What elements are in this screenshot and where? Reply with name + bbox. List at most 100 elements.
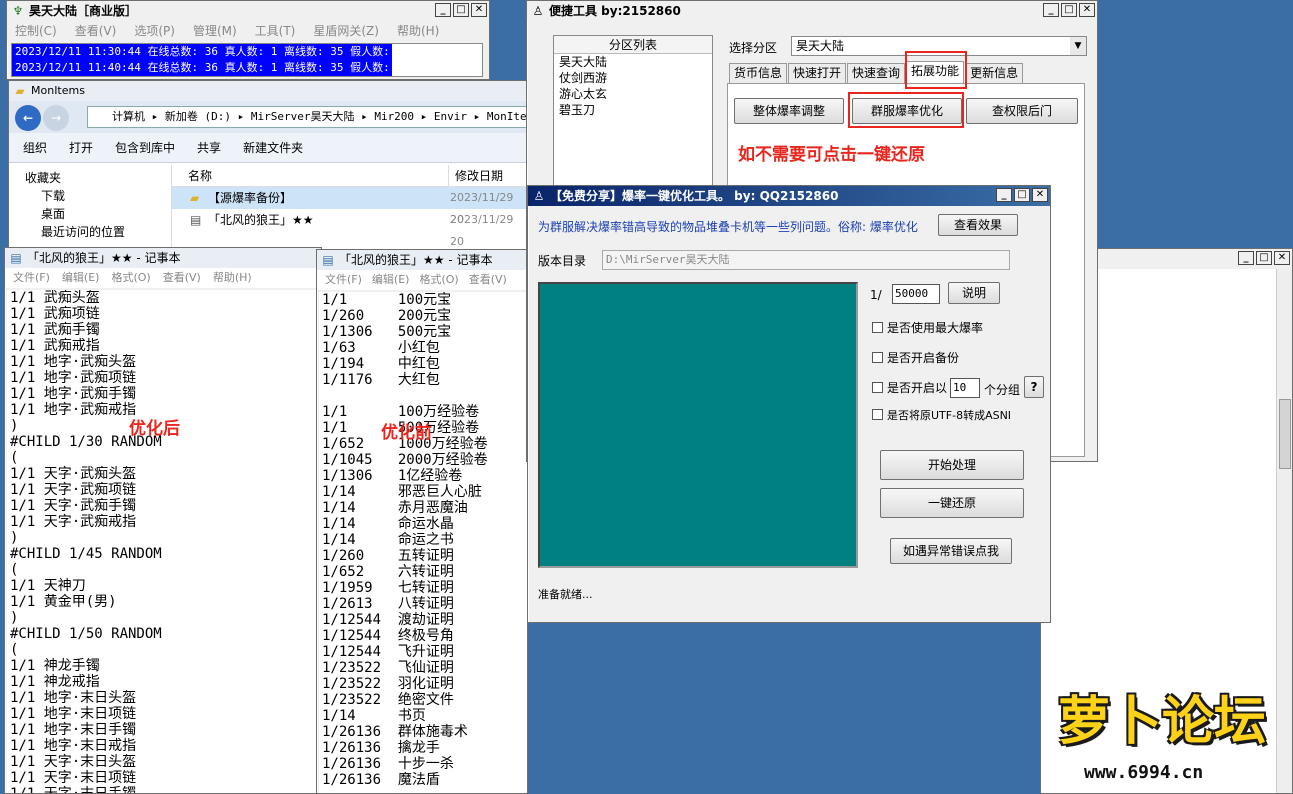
partition-item[interactable]: 碧玉刀 — [559, 102, 712, 118]
version-dir-field[interactable]: D:\MirServer昊天大陆 — [602, 250, 1010, 270]
nav-item[interactable]: 桌面 — [41, 205, 169, 223]
folder-icon: ▰ — [190, 191, 200, 205]
menu-item[interactable]: 格式(O) — [111, 268, 150, 288]
restore-button[interactable]: 一键还原 — [880, 488, 1024, 518]
notepad-before-text[interactable]: 1/1 100元宝 1/260 200元宝 1/1306 500元宝 1/63 小红包… — [319, 292, 527, 793]
close-button[interactable]: ✕ — [1079, 3, 1095, 17]
file-row[interactable]: ▤ 「北风的狼王」★★ 2023/11/29 20 — [172, 209, 529, 248]
maximize-button[interactable]: □ — [453, 3, 469, 17]
text-line: 1/1 武痴手镯 — [10, 322, 100, 338]
preview-panel — [538, 282, 858, 568]
menu-item[interactable]: 工具(T) — [255, 21, 296, 41]
close-button[interactable]: ✕ — [471, 3, 487, 17]
menu-item[interactable]: 选项(P) — [134, 21, 175, 41]
text-line: 1/1 黄金甲(男) — [10, 594, 117, 610]
view-effect-button[interactable]: 查看效果 — [938, 214, 1018, 236]
back-button[interactable]: ← — [15, 105, 41, 131]
maximize-button[interactable]: □ — [1256, 251, 1272, 265]
select-label: 选择分区 — [729, 41, 778, 55]
minimize-button[interactable]: _ — [1238, 251, 1254, 265]
optimizer-titlebar[interactable]: ♙ 【免费分享】爆率一键优化工具。 by: QQ2152860 _ □ ✕ — [528, 186, 1050, 206]
minimize-button[interactable]: _ — [435, 3, 451, 17]
tab-快速查询[interactable]: 快速查询 — [847, 63, 906, 83]
text-line: 1/1 天字·武痴戒指 — [10, 514, 137, 530]
rate-input[interactable]: 50000 — [892, 284, 940, 304]
file-row[interactable]: ▰ 【源爆率备份】 2023/11/29 20 — [172, 187, 529, 226]
menu-item[interactable]: 编辑(E) — [372, 270, 410, 290]
max-rate-checkbox[interactable]: 是否使用最大爆率 — [872, 320, 983, 336]
column-date[interactable]: 修改日期 — [448, 165, 503, 187]
minimize-button[interactable]: _ — [996, 188, 1012, 202]
tab-快速打开[interactable]: 快速打开 — [788, 63, 847, 83]
server-title: 昊天大陆［商业版］ — [29, 4, 138, 18]
toolbar-item[interactable]: 包含到库中 — [115, 133, 175, 162]
toolbar-item[interactable]: 新建文件夹 — [243, 133, 303, 162]
close-button[interactable]: ✕ — [1032, 188, 1048, 202]
maximize-button[interactable]: □ — [1014, 188, 1030, 202]
overall-rate-button[interactable]: 整体爆率调整 — [734, 98, 844, 124]
notepad-before-titlebar[interactable]: ▤ 「北风的狼王」★★ - 记事本 — [317, 250, 527, 270]
menu-item[interactable]: 查看(V) — [469, 270, 507, 290]
text-line: 1/1 地字·末日项链 — [10, 706, 137, 722]
forward-button[interactable]: → — [43, 105, 69, 131]
nav-item[interactable]: 下载 — [41, 187, 169, 205]
utf8-convert-checkbox[interactable]: 是否将原UTF-8转成ASNI — [872, 408, 1011, 424]
notepad-after: ▤ 「北风的狼王」★★ - 记事本 文件(F) 编辑(E) 格式(O) 查看(V) 帮助… — [4, 247, 322, 794]
text-line: 1/1 天字·末日手镯 — [10, 786, 319, 793]
menu-item[interactable]: 查看(V) — [163, 268, 201, 288]
menu-item[interactable]: 帮助(H) — [213, 268, 252, 288]
partition-list[interactable]: 分区列表 昊天大陆 仗剑西游 游心太玄 碧玉刀 — [553, 35, 713, 195]
start-process-button[interactable]: 开始处理 — [880, 450, 1024, 480]
text-line: 1/12544 渡劫证明 — [322, 612, 454, 628]
address-bar[interactable]: 计算机 ▸ 新加卷 (D:) ▸ MirServer昊天大陆 ▸ Mir200 … — [87, 106, 527, 128]
minimize-button[interactable]: _ — [1043, 3, 1059, 17]
nav-item[interactable]: 收藏夹 — [25, 169, 169, 187]
notepad-after-titlebar[interactable]: ▤ 「北风的狼王」★★ - 记事本 — [5, 248, 321, 268]
menu-item[interactable]: 帮助(H) — [397, 21, 439, 41]
explain-button[interactable]: 说明 — [948, 282, 1000, 304]
status-text: 准备就绪... — [538, 588, 593, 601]
tab-更新信息[interactable]: 更新信息 — [965, 63, 1024, 83]
error-help-button[interactable]: 如遇异常错误点我 — [890, 538, 1012, 564]
partition-item[interactable]: 昊天大陆 — [559, 54, 712, 70]
text-line: ( — [10, 642, 19, 658]
backup-checkbox[interactable]: 是否开启备份 — [872, 350, 959, 366]
quick-tools-title: 便捷工具 by:2152860 — [549, 4, 681, 18]
text-line: 1/1 神龙戒指 — [10, 674, 100, 690]
scroll-thumb[interactable] — [1279, 399, 1291, 469]
menu-item[interactable]: 查看(V) — [75, 21, 117, 41]
partition-item[interactable]: 仗剑西游 — [559, 70, 712, 86]
tab-货币信息[interactable]: 货币信息 — [729, 63, 788, 83]
text-line — [322, 388, 527, 404]
nav-item[interactable]: 最近访问的位置 — [41, 223, 169, 241]
toolbar-item[interactable]: 组织 — [23, 133, 47, 162]
menu-item[interactable]: 管理(M) — [193, 21, 237, 41]
text-line: 1/1 天字·武痴头盔 — [10, 466, 137, 482]
explorer-titlebar[interactable]: ▰ MonItems — [9, 81, 527, 101]
column-name[interactable]: 名称 — [188, 165, 212, 187]
quick-tools-titlebar[interactable]: ♙ 便捷工具 by:2152860 _ □ ✕ — [527, 1, 1097, 21]
text-line: 1/1 天字·末日头盔 — [10, 754, 137, 770]
toolbar-item[interactable]: 共享 — [197, 133, 221, 162]
menu-item[interactable]: 格式(O) — [419, 270, 458, 290]
text-line: 1/1306 500元宝 — [322, 324, 452, 340]
menu-item[interactable]: 星盾网关(Z) — [313, 21, 379, 41]
text-line: 1/1 天字·末日项链 — [10, 770, 137, 786]
menu-item[interactable]: 编辑(E) — [62, 268, 100, 288]
toolbar-item[interactable]: 打开 — [69, 133, 93, 162]
text-line: 1/26136 十步一杀 — [322, 756, 454, 772]
check-backdoor-button[interactable]: 查权限后门 — [966, 98, 1078, 124]
group-checkbox[interactable]: 是否开启以 — [872, 380, 947, 396]
server-titlebar[interactable]: ♆ 昊天大陆［商业版］ _ □ ✕ — [7, 1, 489, 21]
notepad-after-menubar: 文件(F) 编辑(E) 格式(O) 查看(V) 帮助(H) — [5, 268, 321, 288]
notepad-after-text[interactable]: 1/1 武痴头盔 1/1 武痴项链 1/1 武痴手镯 1/1 武痴戒指 1/1 地字·武… — [7, 290, 319, 793]
menu-item[interactable]: 文件(F) — [325, 270, 362, 290]
text-line: 1/1 地字·末日手镯 — [10, 722, 137, 738]
partition-item[interactable]: 游心太玄 — [559, 86, 712, 102]
close-button[interactable]: ✕ — [1274, 251, 1290, 265]
group-size-input[interactable]: 10 — [950, 378, 980, 398]
menu-item[interactable]: 文件(F) — [13, 268, 50, 288]
menu-item[interactable]: 控制(C) — [15, 21, 57, 41]
maximize-button[interactable]: □ — [1061, 3, 1077, 17]
help-button[interactable]: ? — [1024, 376, 1044, 398]
